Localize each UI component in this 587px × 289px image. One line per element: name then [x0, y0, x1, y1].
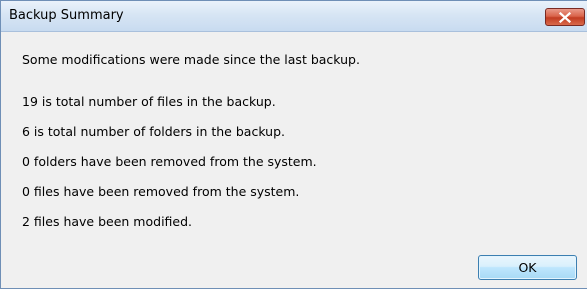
dialog-body: Some modifications were made since the l…: [1, 32, 587, 288]
headline-text: Some modifications were made since the l…: [22, 52, 360, 67]
close-icon: [559, 12, 571, 23]
ok-button[interactable]: OK: [478, 255, 577, 280]
total-folders-text: 6 is total number of folders in the back…: [22, 124, 286, 139]
files-modified-text: 2 files have been modified.: [22, 214, 193, 229]
backup-summary-dialog: Backup Summary Some modifications were m…: [0, 0, 587, 289]
title-bar[interactable]: Backup Summary: [1, 1, 587, 32]
window-title: Backup Summary: [9, 8, 124, 23]
close-button[interactable]: [545, 8, 585, 26]
folders-removed-text: 0 folders have been removed from the sys…: [22, 154, 317, 169]
total-files-text: 19 is total number of files in the backu…: [22, 94, 276, 109]
files-removed-text: 0 files have been removed from the syste…: [22, 184, 300, 199]
